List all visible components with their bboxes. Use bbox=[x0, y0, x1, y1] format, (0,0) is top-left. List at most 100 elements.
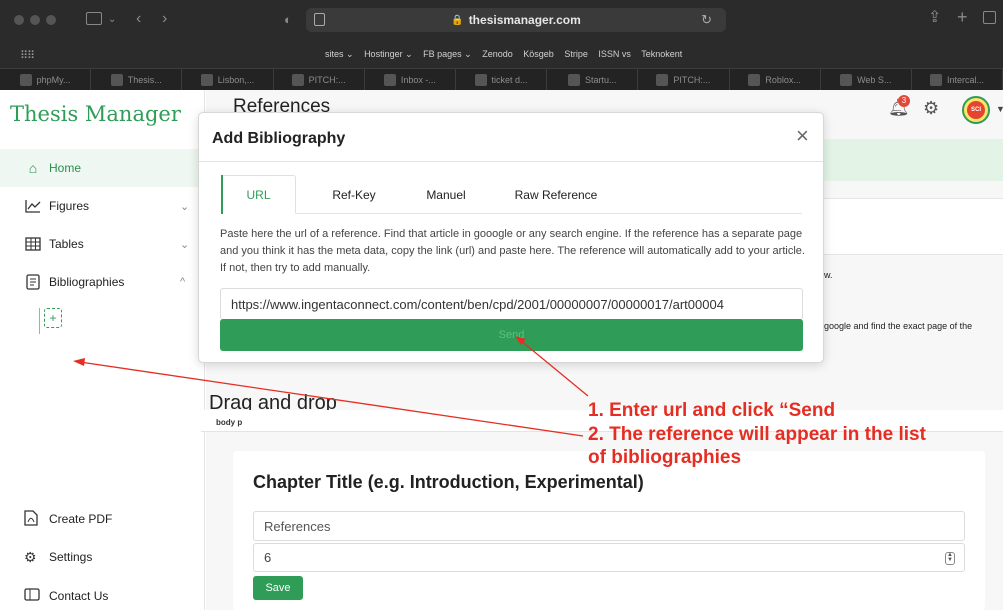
favorite-link[interactable]: Hostinger ⌄ bbox=[364, 49, 413, 59]
reload-icon[interactable]: ↻ bbox=[701, 12, 712, 28]
browser-tab[interactable]: Roblox... bbox=[730, 69, 821, 90]
tab-label: Lisbon,... bbox=[217, 74, 255, 85]
tab-favicon-icon bbox=[200, 73, 213, 86]
add-bibliography-modal: Add Bibliography × URL Ref-Key Manuel Ra… bbox=[198, 112, 824, 363]
sidebar-item-home[interactable]: ⌂ Home bbox=[0, 149, 205, 187]
annotation-step-1: 1. Enter url and click “Send bbox=[588, 400, 836, 421]
browser-tab[interactable]: Thesis... bbox=[91, 69, 183, 90]
browser-titlebar: ⌄ ‹ › ◐ 🔒 thesismanager.com ↻ ⇪ + bbox=[0, 0, 1003, 40]
background-text: google and find the exact page of the bbox=[824, 321, 973, 331]
chevron-down-icon: ⌄ bbox=[180, 200, 190, 213]
tab-overview-icon[interactable] bbox=[983, 11, 996, 24]
avatar[interactable]: SCI bbox=[962, 96, 990, 124]
contact-card-icon bbox=[24, 588, 40, 604]
grid-icon[interactable]: ⠿⠿ bbox=[20, 49, 35, 62]
reference-url-input[interactable] bbox=[220, 288, 803, 320]
browser-tab[interactable]: PITCH:... bbox=[638, 69, 730, 90]
tab-favicon-icon bbox=[291, 73, 304, 86]
tab-label: Thesis... bbox=[127, 74, 162, 85]
forward-icon[interactable]: › bbox=[162, 11, 167, 27]
share-icon[interactable]: ⇪ bbox=[928, 10, 941, 26]
browser-tab[interactable]: phpMy... bbox=[0, 69, 92, 90]
sidebar: Thesis Manager ⌂ Home Figures ⌄ Tables ⌄… bbox=[0, 90, 205, 610]
sidebar-item-label: Settings bbox=[49, 550, 93, 564]
chevron-up-icon: ^ bbox=[180, 276, 186, 288]
favorite-link[interactable]: Teknokent bbox=[641, 49, 682, 59]
chevron-down-icon: ⌄ bbox=[180, 238, 190, 251]
favorite-link[interactable]: Kösgeb bbox=[523, 49, 554, 59]
save-button[interactable]: Save bbox=[253, 576, 303, 600]
sidebar-item-label: Contact Us bbox=[49, 589, 109, 603]
favorite-link[interactable]: Zenodo bbox=[482, 49, 513, 59]
chapter-card: Chapter Title (e.g. Introduction, Experi… bbox=[233, 451, 985, 610]
back-icon[interactable]: ‹ bbox=[136, 11, 141, 27]
chapter-title: Chapter Title (e.g. Introduction, Experi… bbox=[253, 472, 644, 492]
sidebar-item-label: Home bbox=[49, 161, 82, 175]
sidebar-item-settings[interactable]: ⚙ Settings bbox=[0, 538, 205, 576]
sidebar-item-label: Figures bbox=[49, 199, 90, 213]
browser-tab[interactable]: ticket d... bbox=[456, 69, 548, 90]
tab-raw-reference[interactable]: Raw Reference bbox=[501, 175, 611, 214]
tab-favicon-icon bbox=[567, 73, 580, 86]
settings-gear-icon[interactable]: ⚙ bbox=[923, 98, 939, 119]
bibliography-icon bbox=[24, 273, 42, 291]
background-text: w. bbox=[824, 270, 833, 280]
address-bar[interactable]: 🔒 thesismanager.com ↻ bbox=[306, 8, 726, 32]
notification-button[interactable]: 🔔︎ 3 bbox=[888, 95, 910, 120]
tab-manuel[interactable]: Manuel bbox=[409, 175, 483, 214]
favorite-link[interactable]: FB pages ⌄ bbox=[423, 49, 472, 59]
favorite-link[interactable]: ISSN vs bbox=[598, 49, 631, 59]
privacy-shield-icon[interactable]: ◐ bbox=[284, 12, 292, 28]
browser-tab[interactable]: Intercal... bbox=[912, 69, 1003, 90]
browser-tab[interactable]: Lisbon,... bbox=[182, 69, 274, 90]
tab-label: Startu... bbox=[584, 74, 617, 85]
sidebar-item-label: Create PDF bbox=[49, 512, 113, 526]
sidebar-item-bibliographies[interactable]: Bibliographies ^ bbox=[0, 263, 205, 301]
brand-logo[interactable]: Thesis Manager bbox=[10, 102, 181, 126]
close-icon[interactable]: × bbox=[796, 125, 809, 147]
modal-tabs: URL Ref-Key Manuel Raw Reference bbox=[221, 175, 802, 214]
sidebar-toggle-icon[interactable] bbox=[86, 12, 102, 25]
tab-favicon-icon bbox=[474, 73, 487, 86]
tab-favicon-icon bbox=[748, 73, 761, 86]
browser-tab[interactable]: Startu... bbox=[547, 69, 639, 90]
references-input[interactable] bbox=[253, 511, 965, 541]
caret-down-icon[interactable]: ▼ bbox=[996, 104, 1003, 114]
tab-favicon-icon bbox=[929, 73, 942, 86]
browser-tab[interactable]: Web S... bbox=[821, 69, 912, 90]
avatar-label: SCI bbox=[967, 101, 985, 119]
favorite-link[interactable]: sites ⌄ bbox=[325, 49, 354, 59]
sidebar-item-tables[interactable]: Tables ⌄ bbox=[0, 225, 205, 263]
add-bibliography-button[interactable]: + bbox=[39, 308, 67, 334]
background-card bbox=[824, 198, 1003, 255]
window-minimize-dot[interactable] bbox=[30, 15, 40, 25]
modal-title: Add Bibliography bbox=[212, 130, 346, 147]
tab-url[interactable]: URL bbox=[221, 175, 296, 214]
browser-tab[interactable]: Inbox -... bbox=[365, 69, 456, 90]
number-input[interactable]: 6 ▲ ▼ bbox=[253, 543, 965, 572]
tab-favicon-icon bbox=[840, 73, 853, 86]
tab-label: PITCH:... bbox=[673, 74, 711, 85]
stepper-icon[interactable]: ▲ ▼ bbox=[945, 552, 955, 565]
tab-label: Roblox... bbox=[765, 74, 801, 85]
add-document-icon: + bbox=[44, 308, 62, 328]
browser-tab[interactable]: PITCH:... bbox=[274, 69, 365, 90]
window-zoom-dot[interactable] bbox=[46, 15, 56, 25]
sidebar-item-figures[interactable]: Figures ⌄ bbox=[0, 187, 205, 225]
home-icon: ⌂ bbox=[28, 160, 38, 176]
tab-label: Web S... bbox=[857, 74, 892, 85]
chevron-down-icon[interactable]: ⌄ bbox=[108, 12, 116, 28]
sidebar-item-contact-us[interactable]: Contact Us bbox=[0, 577, 205, 615]
send-button[interactable]: Send bbox=[220, 319, 803, 351]
divider bbox=[199, 161, 823, 162]
window-close-dot[interactable] bbox=[14, 15, 24, 25]
sidebar-item-create-pdf[interactable]: Create PDF bbox=[0, 500, 205, 538]
alert-strip bbox=[824, 139, 1003, 181]
tab-ref-key[interactable]: Ref-Key bbox=[317, 175, 391, 214]
new-tab-icon[interactable]: + bbox=[957, 8, 968, 26]
help-text: Paste here the url of a reference. Find … bbox=[220, 228, 805, 274]
favorite-link[interactable]: Stripe bbox=[564, 49, 588, 59]
sidebar-item-label: Tables bbox=[49, 237, 84, 251]
tab-label: Intercal... bbox=[946, 74, 984, 85]
lock-icon: 🔒 bbox=[451, 14, 464, 26]
